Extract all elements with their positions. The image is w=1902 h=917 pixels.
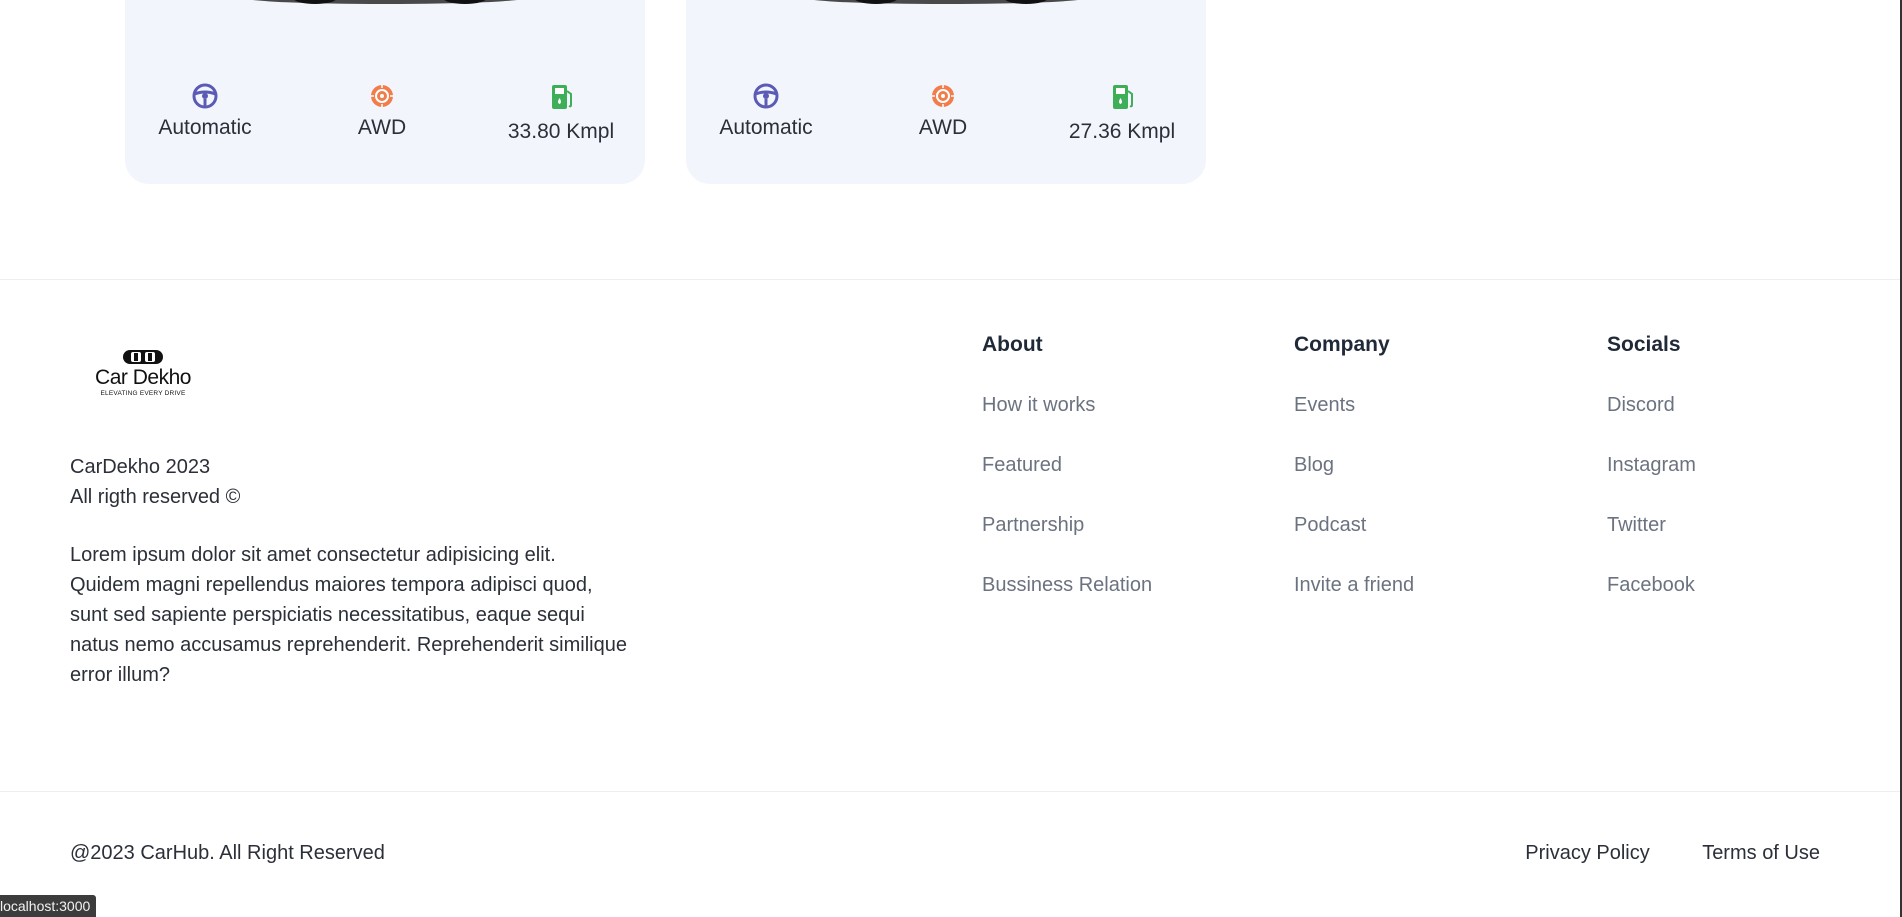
footer-column-socials: Socials Discord Instagram Twitter Facebo… [1607, 330, 1696, 630]
car-image [253, 0, 517, 4]
car-card[interactable]: Automatic AWD 33.80 Kmpl [125, 0, 645, 184]
footer-copyright: CarDekho 2023 All rigth reserved © [70, 452, 240, 512]
steering-wheel-icon [753, 83, 779, 109]
column-title: Socials [1607, 333, 1681, 356]
footer-description: Lorem ipsum dolor sit amet consectetur a… [70, 544, 627, 686]
spec-label: Automatic [719, 116, 813, 139]
link-discord[interactable]: Discord [1607, 390, 1696, 420]
column-title: Company [1294, 333, 1390, 356]
link-featured[interactable]: Featured [982, 450, 1152, 480]
spec-label: AWD [918, 116, 968, 139]
spec-label: 33.80 Kmpl [507, 120, 615, 143]
link-blog[interactable]: Blog [1294, 450, 1414, 480]
bottom-links: Privacy Policy Terms of Use [1477, 842, 1820, 865]
link-twitter[interactable]: Twitter [1607, 510, 1696, 540]
rights-line: All rigth reserved © [70, 486, 241, 508]
tire-icon [371, 85, 393, 107]
car-image [814, 0, 1078, 4]
spec-label: 27.36 Kmpl [1068, 120, 1176, 143]
link-partnership[interactable]: Partnership [982, 510, 1152, 540]
copyright-line: CarDekho 2023 [70, 456, 211, 478]
logo-name: Car Dekho [95, 366, 191, 389]
spec-transmission: Automatic [696, 82, 836, 140]
privacy-policy-link[interactable]: Privacy Policy [1525, 842, 1649, 864]
footer-divider-top [0, 279, 1900, 280]
footer-column-about: About How it works Featured Partnership … [982, 330, 1152, 630]
footer-divider-bottom [0, 791, 1900, 792]
logo-tagline: ELEVATING EVERY DRIVE [100, 390, 186, 397]
page: Automatic AWD 33.80 Kmpl Automatic AWD 2… [0, 0, 1902, 917]
logo[interactable]: Car Dekho ELEVATING EVERY DRIVE [90, 347, 196, 403]
tire-icon [932, 85, 954, 107]
bottom-copyright: @2023 CarHub. All Right Reserved [70, 842, 385, 864]
spec-drivetrain: AWD [312, 82, 452, 140]
fuel-pump-icon [552, 85, 572, 109]
link-business-relation[interactable]: Bussiness Relation [982, 570, 1152, 600]
car-logo-icon [123, 350, 163, 364]
link-facebook[interactable]: Facebook [1607, 570, 1696, 600]
spec-drivetrain: AWD [873, 82, 1013, 140]
terms-of-use-link[interactable]: Terms of Use [1702, 842, 1820, 864]
link-podcast[interactable]: Podcast [1294, 510, 1414, 540]
link-events[interactable]: Events [1294, 390, 1414, 420]
spec-transmission: Automatic [135, 82, 275, 140]
fuel-pump-icon [1113, 85, 1133, 109]
link-invite-a-friend[interactable]: Invite a friend [1294, 570, 1414, 600]
car-card[interactable]: Automatic AWD 27.36 Kmpl [686, 0, 1206, 184]
spec-label: Automatic [158, 116, 252, 139]
spec-mileage: 33.80 Kmpl [491, 83, 631, 144]
footer-column-company: Company Events Blog Podcast Invite a fri… [1294, 330, 1414, 630]
status-bar-url: localhost:3000 [0, 895, 97, 917]
spec-label: AWD [357, 116, 407, 139]
column-title: About [982, 333, 1043, 356]
spec-mileage: 27.36 Kmpl [1052, 83, 1192, 144]
link-how-it-works[interactable]: How it works [982, 390, 1152, 420]
steering-wheel-icon [192, 83, 218, 109]
link-instagram[interactable]: Instagram [1607, 450, 1696, 480]
